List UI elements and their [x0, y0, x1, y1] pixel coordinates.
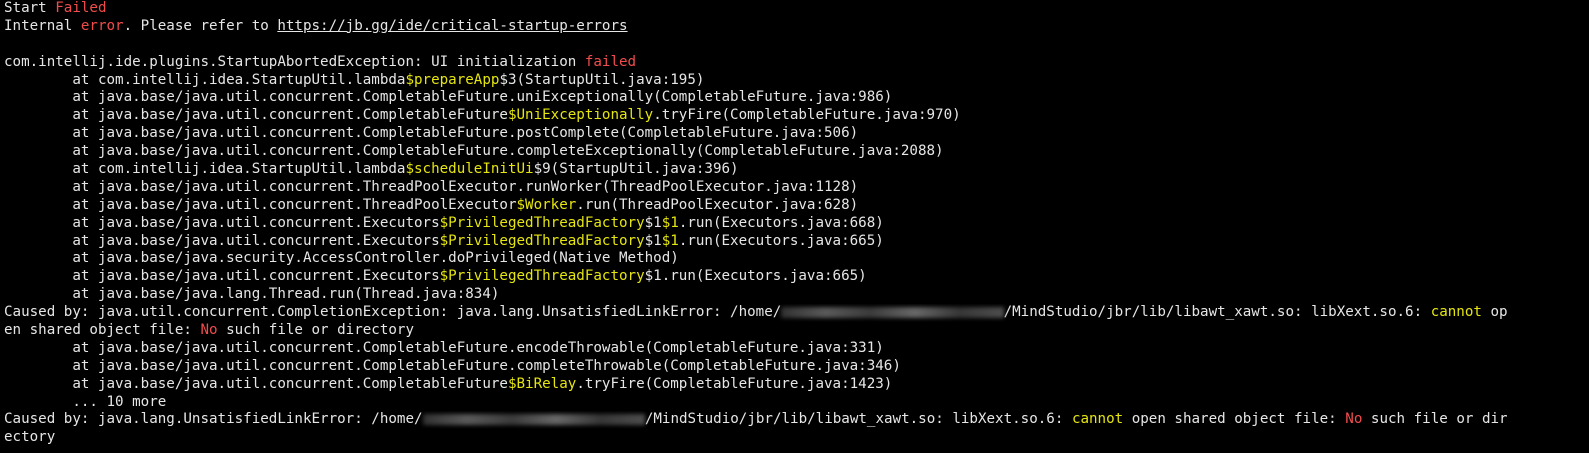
terminal-line: at java.base/java.util.concurrent.Comple…: [4, 125, 1589, 143]
terminal-text: open shared object file:: [1123, 411, 1346, 428]
terminal-text: $PrivilegedThreadFactory: [439, 214, 645, 231]
terminal-text: at java.base/java.util.concurrent.Comple…: [4, 107, 508, 124]
error-docs-link[interactable]: https://jb.gg/ide/critical-startup-error…: [277, 18, 627, 34]
terminal-text: $PrivilegedThreadFactory: [439, 232, 645, 249]
terminal-output: Start Failed Internal error. Please refer…: [0, 0, 1589, 453]
terminal-line: at java.base/java.util.concurrent.Comple…: [4, 358, 1589, 376]
terminal-text: at java.base/java.lang.Thread.run(Thread…: [4, 286, 500, 303]
terminal-text: $Worker: [516, 196, 577, 213]
terminal-text: at java.base/java.util.concurrent.Comple…: [4, 357, 901, 374]
terminal-text: at java.base/java.util.concurrent.Comple…: [4, 125, 859, 142]
terminal-text: such file or dir: [1362, 411, 1508, 428]
terminal-line: ... 10 more: [4, 394, 1589, 412]
terminal-text: Caused by: java.util.concurrent.Completi…: [4, 304, 782, 321]
terminal-line: at java.base/java.util.concurrent.Comple…: [4, 143, 1589, 161]
terminal-text: at java.base/java.util.concurrent.Comple…: [4, 339, 884, 356]
terminal-line: at java.base/java.util.concurrent.Execut…: [4, 215, 1589, 233]
terminal-text: $1: [644, 232, 662, 249]
terminal-line: Internal error. Please refer to https://…: [4, 18, 1589, 36]
terminal-text: .run(ThreadPoolExecutor.java:628): [576, 196, 859, 213]
terminal-text: cannot: [1071, 411, 1124, 428]
terminal-text: at java.base/java.util.concurrent.Execut…: [4, 268, 440, 285]
terminal-text: en shared object file:: [4, 322, 201, 339]
terminal-text: failed: [584, 53, 637, 70]
terminal-text: op: [1481, 304, 1508, 321]
terminal-line: ectory: [4, 429, 1589, 447]
terminal-text: at java.base/java.util.concurrent.Execut…: [4, 232, 440, 249]
terminal-text: at java.base/java.security.AccessControl…: [4, 250, 679, 267]
terminal-text: Failed: [55, 0, 107, 16]
terminal-text: Internal: [4, 17, 81, 34]
terminal-text: $UniExceptionally: [507, 107, 654, 124]
terminal-text: $BiRelay: [507, 375, 577, 392]
terminal-text: $9(StartupUtil.java:396): [533, 161, 739, 178]
terminal-line: Caused by: java.lang.UnsatisfiedLinkErro…: [4, 411, 1589, 429]
terminal-line: at java.base/java.util.concurrent.Execut…: [4, 233, 1589, 251]
terminal-text: at java.base/java.util.concurrent.Comple…: [4, 89, 893, 106]
terminal-text: at java.base/java.util.concurrent.Comple…: [4, 375, 508, 392]
terminal-line: en shared object file: No such file or d…: [4, 322, 1589, 340]
terminal-line: at java.base/java.util.concurrent.Comple…: [4, 340, 1589, 358]
terminal-line: at java.base/java.lang.Thread.run(Thread…: [4, 286, 1589, 304]
terminal-text: at java.base/java.util.concurrent.Execut…: [4, 214, 440, 231]
terminal-text: $1.run(Executors.java:665): [644, 268, 867, 285]
terminal-line: at com.intellij.idea.StartupUtil.lambda$…: [4, 72, 1589, 90]
terminal-text: $scheduleInitUi: [405, 161, 534, 178]
terminal-line: at java.base/java.util.concurrent.Comple…: [4, 376, 1589, 394]
terminal-line: at java.base/java.util.concurrent.Execut…: [4, 268, 1589, 286]
terminal-text: com.intellij.ide.plugins.StartupAbortedE…: [4, 53, 585, 70]
terminal-text: $1: [661, 214, 679, 231]
terminal-text: at com.intellij.idea.StartupUtil.lambda: [4, 71, 406, 88]
terminal-line: Start Failed: [4, 0, 1589, 18]
terminal-text: .tryFire(CompletableFuture.java:1423): [576, 375, 893, 392]
terminal-line: at java.base/java.security.AccessControl…: [4, 250, 1589, 268]
redacted-path: [422, 413, 645, 425]
terminal-text: .run(Executors.java:668): [678, 214, 884, 231]
terminal-text: ... 10 more: [4, 393, 167, 410]
terminal-line: at java.base/java.util.concurrent.Thread…: [4, 179, 1589, 197]
terminal-line: at com.intellij.idea.StartupUtil.lambda$…: [4, 161, 1589, 179]
terminal-text: at java.base/java.util.concurrent.Comple…: [4, 143, 944, 160]
terminal-text: /MindStudio/jbr/lib/libawt_xawt.so: libX…: [644, 411, 1072, 428]
redacted-path: [781, 306, 1004, 318]
terminal-text: $PrivilegedThreadFactory: [439, 268, 645, 285]
terminal-text: at java.base/java.util.concurrent.Thread…: [4, 178, 859, 195]
terminal-text: cannot: [1430, 304, 1482, 321]
terminal-line: com.intellij.ide.plugins.StartupAbortedE…: [4, 54, 1589, 72]
terminal-line: Caused by: java.util.concurrent.Completi…: [4, 304, 1589, 322]
terminal-text: No: [200, 322, 218, 339]
terminal-line: at java.base/java.util.concurrent.Comple…: [4, 107, 1589, 125]
terminal-text: at com.intellij.idea.StartupUtil.lambda: [4, 161, 406, 178]
terminal-text: Caused by: java.lang.UnsatisfiedLinkErro…: [4, 411, 423, 428]
terminal-text: $1: [644, 214, 662, 231]
terminal-text: at java.base/java.util.concurrent.Thread…: [4, 196, 517, 213]
terminal-text: such file or directory: [217, 322, 415, 339]
terminal-text: $1: [661, 232, 679, 249]
terminal-text: error: [80, 17, 124, 34]
terminal-text: /MindStudio/jbr/lib/libawt_xawt.so: libX…: [1003, 304, 1431, 321]
terminal-text: Start: [4, 0, 56, 16]
terminal-text: $prepareApp: [405, 71, 500, 88]
terminal-text: .run(Executors.java:665): [678, 232, 884, 249]
terminal-line: at java.base/java.util.concurrent.Comple…: [4, 89, 1589, 107]
terminal-line: at java.base/java.util.concurrent.Thread…: [4, 197, 1589, 215]
terminal-text: No: [1345, 411, 1363, 428]
terminal-text: .tryFire(CompletableFuture.java:970): [653, 107, 961, 124]
terminal-text: ectory: [4, 429, 56, 446]
terminal-text: $3(StartupUtil.java:195): [499, 71, 705, 88]
terminal-text: . Please refer to: [123, 17, 278, 34]
